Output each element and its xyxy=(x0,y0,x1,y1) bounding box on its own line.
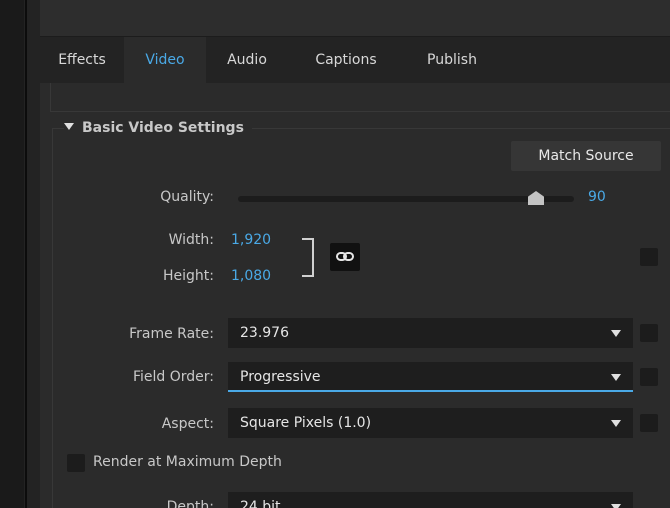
tab-video[interactable]: Video xyxy=(124,37,206,83)
frame-rate-override-checkbox[interactable] xyxy=(640,324,658,342)
field-order-value: Progressive xyxy=(240,369,321,385)
depth-label: Depth: xyxy=(166,499,214,508)
quality-value[interactable]: 90 xyxy=(588,189,606,205)
field-order-select[interactable]: Progressive xyxy=(228,362,633,392)
width-label: Width: xyxy=(168,232,214,248)
match-source-button[interactable]: Match Source xyxy=(511,141,661,171)
dimension-link-bracket xyxy=(302,238,314,277)
left-edge-divider xyxy=(25,0,27,508)
field-order-override-checkbox[interactable] xyxy=(640,368,658,386)
export-settings-window: Effects Video Audio Captions Publish Bas… xyxy=(0,0,670,508)
depth-value: 24 bit xyxy=(240,499,281,508)
field-order-label: Field Order: xyxy=(132,369,214,385)
width-value[interactable]: 1,920 xyxy=(231,232,271,248)
quality-label: Quality: xyxy=(160,189,214,205)
render-max-depth-label[interactable]: Render at Maximum Depth xyxy=(93,454,282,470)
dropdown-arrow-icon xyxy=(611,504,621,508)
depth-select[interactable]: 24 bit xyxy=(228,492,633,508)
height-label: Height: xyxy=(163,268,214,284)
constrain-proportions-button[interactable] xyxy=(330,243,360,271)
tab-audio[interactable]: Audio xyxy=(206,37,288,83)
aspect-select[interactable]: Square Pixels (1.0) xyxy=(228,408,633,438)
tab-publish[interactable]: Publish xyxy=(404,37,500,83)
panel-header-area xyxy=(50,83,670,112)
tab-effects[interactable]: Effects xyxy=(40,37,124,83)
triangle-down-icon[interactable] xyxy=(64,123,74,130)
frame-rate-label: Frame Rate: xyxy=(129,326,214,342)
frame-rate-value: 23.976 xyxy=(240,325,289,341)
aspect-value: Square Pixels (1.0) xyxy=(240,415,372,431)
tab-bar: Effects Video Audio Captions Publish xyxy=(40,37,670,83)
tab-captions[interactable]: Captions xyxy=(288,37,404,83)
aspect-override-checkbox[interactable] xyxy=(640,414,658,432)
render-max-depth-checkbox[interactable] xyxy=(67,454,85,472)
section-header[interactable]: Basic Video Settings xyxy=(64,117,252,139)
left-edge-bar xyxy=(0,0,24,508)
quality-slider[interactable] xyxy=(238,196,574,202)
height-value[interactable]: 1,080 xyxy=(231,268,271,284)
dropdown-arrow-icon xyxy=(611,374,621,381)
dropdown-arrow-icon xyxy=(611,330,621,337)
link-icon xyxy=(336,252,354,261)
dropdown-arrow-icon xyxy=(611,420,621,427)
frame-rate-select[interactable]: 23.976 xyxy=(228,318,633,348)
section-title: Basic Video Settings xyxy=(82,120,244,136)
aspect-label: Aspect: xyxy=(161,416,214,432)
top-panel xyxy=(40,0,670,37)
dimensions-override-checkbox[interactable] xyxy=(640,248,658,266)
